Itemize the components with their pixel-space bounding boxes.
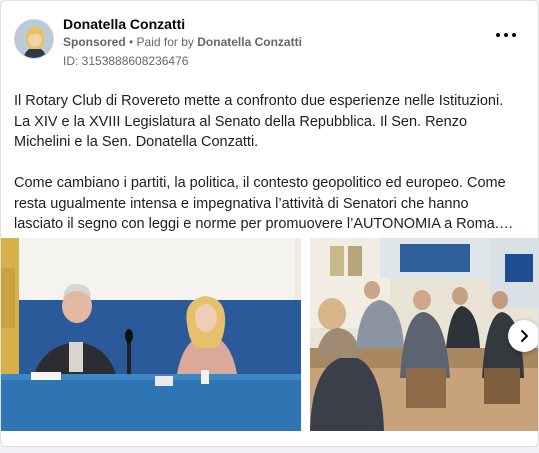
ad-body-text: Il Rotary Club di Rovereto mette a confr… bbox=[14, 91, 519, 255]
dot bbox=[496, 33, 500, 37]
dot bbox=[512, 33, 516, 37]
body-paragraph-2: Come cambiano i partiti, la politica, il… bbox=[14, 175, 514, 232]
chevron-right-icon bbox=[521, 330, 528, 342]
paid-for-name[interactable]: Donatella Conzatti bbox=[197, 35, 302, 49]
advertiser-name[interactable]: Donatella Conzatti bbox=[63, 16, 185, 32]
sponsored-label: Sponsored bbox=[63, 35, 126, 49]
dot bbox=[504, 33, 508, 37]
paid-for-prefix: Paid for by bbox=[136, 35, 198, 49]
ad-card: Donatella Conzatti Sponsored • Paid for … bbox=[0, 0, 539, 447]
carousel-next-button[interactable] bbox=[508, 320, 538, 352]
image-carousel bbox=[1, 238, 538, 431]
more-options-icon[interactable] bbox=[496, 29, 516, 41]
ad-header: Donatella Conzatti Sponsored • Paid for … bbox=[1, 1, 538, 77]
carousel-image-audience[interactable] bbox=[310, 238, 538, 431]
carousel-image-speakers[interactable] bbox=[1, 238, 301, 431]
meta-separator: • bbox=[125, 35, 137, 49]
body-paragraph-1: Il Rotary Club di Rovereto mette a confr… bbox=[14, 93, 504, 150]
ad-id: ID: 3153888608236476 bbox=[63, 54, 189, 68]
advertiser-avatar[interactable] bbox=[14, 19, 54, 59]
sponsored-line: Sponsored • Paid for by Donatella Conzat… bbox=[63, 35, 302, 49]
